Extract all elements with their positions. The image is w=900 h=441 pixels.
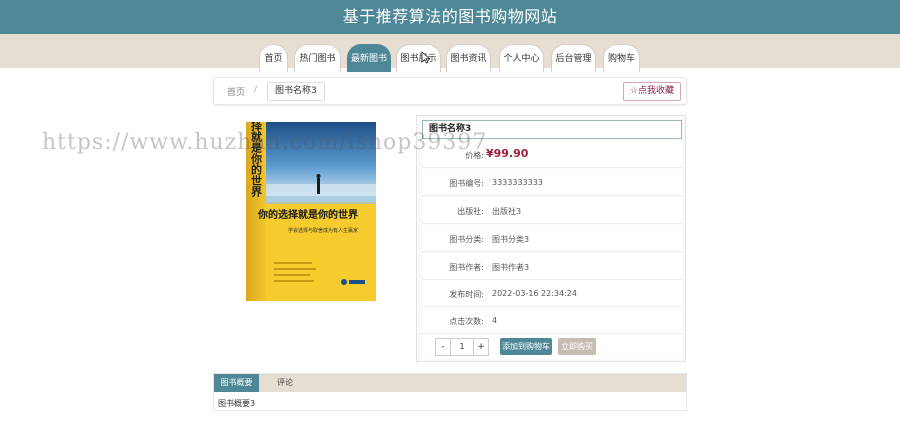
quantity-input[interactable]: 1 [451, 338, 473, 356]
favorite-button[interactable]: ☆点我收藏 [622, 82, 681, 101]
detail-row-code: 图书编号: 3333333333 [422, 169, 682, 196]
book-name: 图书名称3 [422, 120, 682, 139]
book-tabs: 图书概要 评论 图书概要3 [213, 373, 687, 411]
mouse-cursor-icon [421, 51, 431, 64]
detail-row-publisher: 出版社: 出版社3 [422, 197, 682, 224]
tab-content: 图书概要3 [218, 399, 256, 408]
detail-label: 图书编号: [449, 179, 484, 188]
nav-cart[interactable]: 购物车 [603, 44, 640, 72]
detail-row-category: 图书分类: 图书分类3 [422, 225, 682, 252]
breadcrumb-separator: / [254, 85, 258, 95]
nav-home[interactable]: 首页 [259, 44, 288, 72]
detail-label: 发布时间: [449, 290, 484, 299]
nav-new-books[interactable]: 最新图书 [347, 44, 391, 72]
detail-value: 3333333333 [492, 178, 543, 187]
add-to-cart-button[interactable]: 添加到购物车 [500, 338, 552, 355]
detail-value: 图书分类3 [492, 235, 530, 244]
breadcrumb-home[interactable]: 首页 [227, 85, 245, 98]
main-nav: 首页 热门图书 最新图书 图书展示 图书资讯 个人中心 后台管理 购物车 [0, 34, 900, 72]
detail-label: 点击次数: [449, 317, 484, 326]
price-row: 价格: ¥99.90 [422, 141, 682, 168]
book-cover-subtitle: 学会选择与取舍成为有人生赢家 [288, 227, 358, 234]
tab-summary[interactable]: 图书概要 [214, 374, 259, 392]
nav-user-center[interactable]: 个人中心 [499, 44, 544, 72]
breadcrumb: 首页 / 图书名称3 ☆点我收藏 [213, 77, 687, 105]
site-header: 基于推荐算法的图书购物网站 [0, 0, 900, 34]
detail-row-clicks: 点击次数: 4 [422, 307, 682, 334]
nav-hot-books[interactable]: 热门图书 [294, 44, 341, 72]
detail-row-author: 图书作者: 图书作者3 [422, 253, 682, 280]
quantity-increase-button[interactable]: + [473, 338, 489, 356]
book-cover-image: 你的选择就是你的世界 你的选择就是你的世界 学会选择与取舍成为有人生赢家 [246, 122, 376, 301]
detail-label: 图书作者: [449, 263, 484, 272]
nav-admin[interactable]: 后台管理 [551, 44, 596, 72]
nav-book-display[interactable]: 图书展示 [396, 44, 441, 72]
buy-now-button[interactable]: 立即购买 [558, 338, 596, 355]
detail-label: 出版社: [457, 207, 484, 216]
book-spine-title: 你的选择就是你的世界 [250, 122, 264, 198]
detail-row-publish-time: 发布时间: 2022-03-16 22:34:24 [422, 280, 682, 307]
price-label: 价格: [465, 151, 484, 160]
breadcrumb-current: 图书名称3 [267, 82, 325, 101]
detail-value: 出版社3 [492, 207, 522, 216]
detail-value: 图书作者3 [492, 263, 530, 272]
tabs-bar: 图书概要 评论 [214, 374, 686, 392]
detail-value: 4 [492, 316, 498, 325]
site-title: 基于推荐算法的图书购物网站 [342, 7, 558, 26]
detail-value: 2022-03-16 22:34:24 [492, 289, 577, 298]
quantity-decrease-button[interactable]: - [435, 338, 451, 356]
detail-label: 图书分类: [449, 235, 484, 244]
nav-book-news[interactable]: 图书资讯 [446, 44, 491, 72]
tab-comments[interactable]: 评论 [270, 374, 300, 392]
book-cover-title: 你的选择就是你的世界 [257, 208, 358, 221]
price-value: ¥99.90 [486, 147, 529, 160]
book-details-panel: 图书名称3 价格: ¥99.90 图书编号: 3333333333 出版社: 出… [416, 115, 686, 362]
purchase-row: - 1 + 添加到购物车 立即购买 [422, 335, 682, 359]
